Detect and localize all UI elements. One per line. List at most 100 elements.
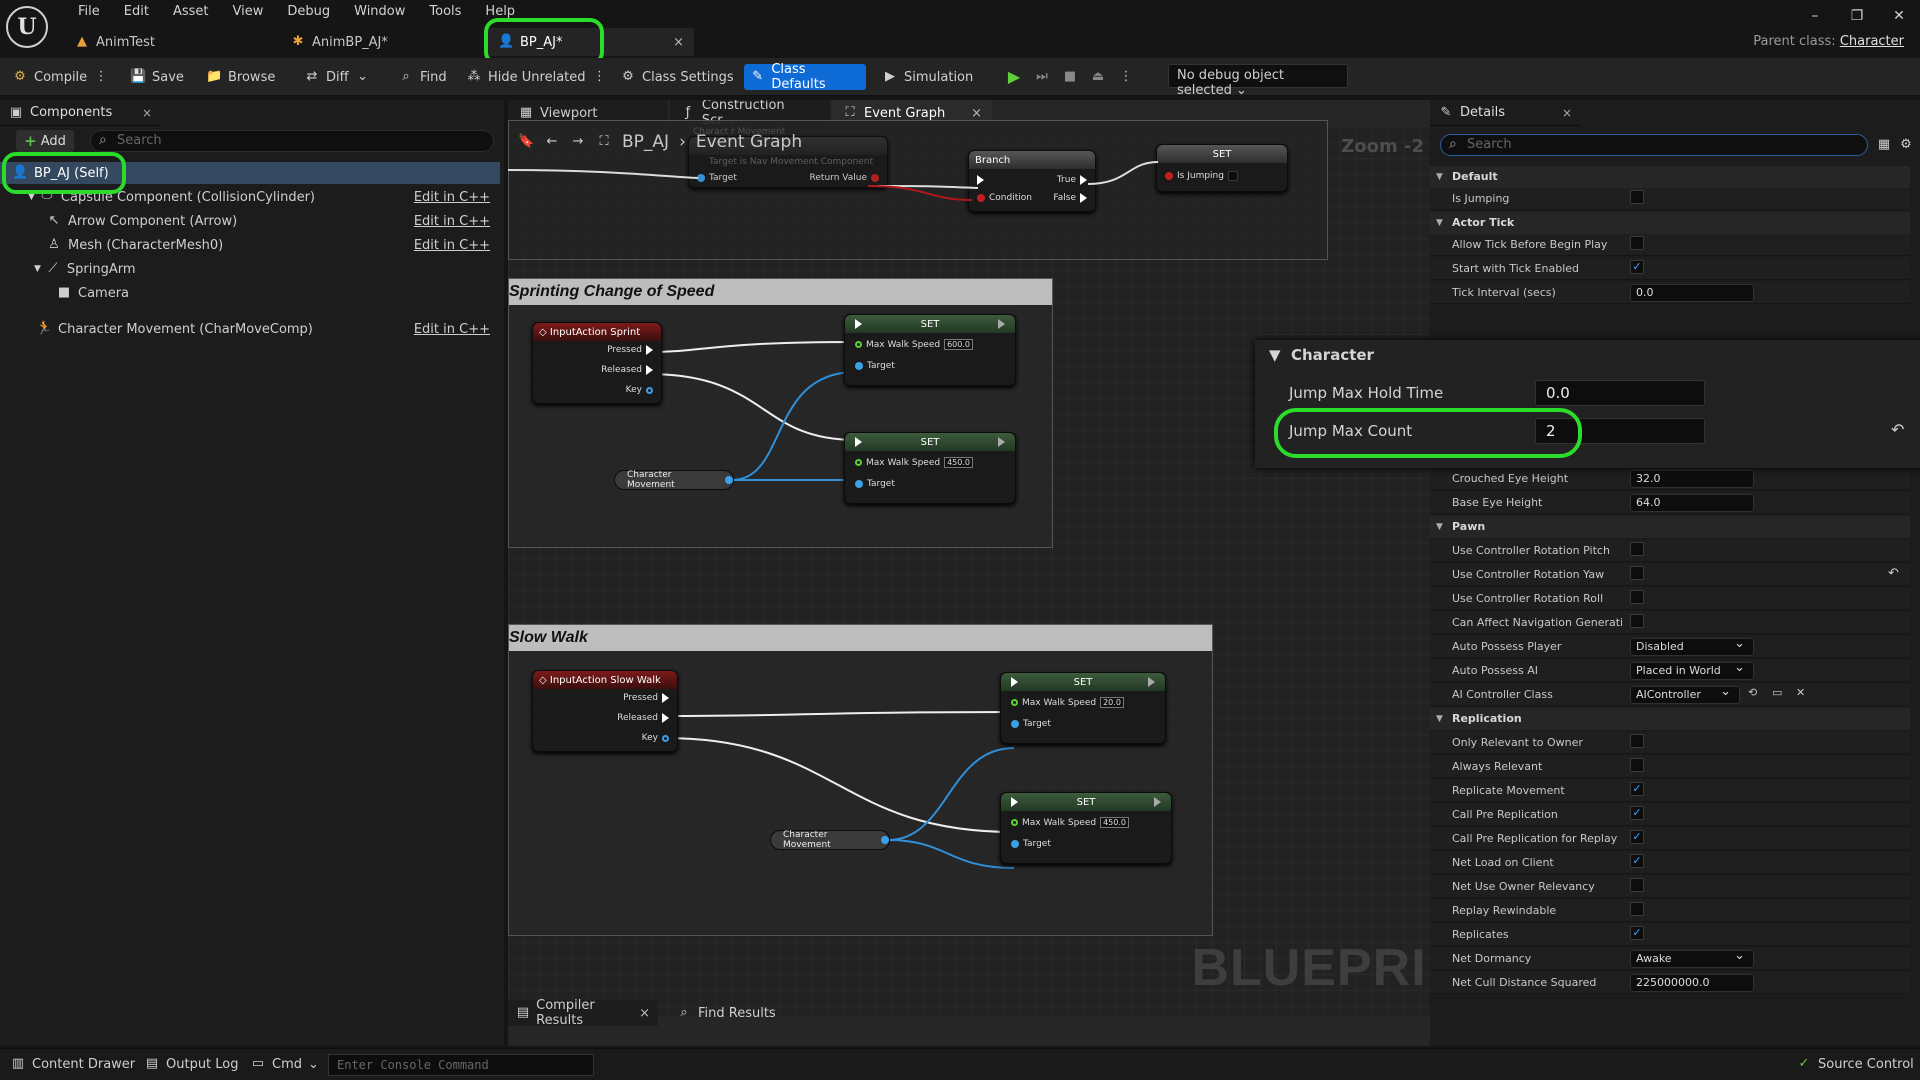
set-max-walk-speed-node-4[interactable]: SET Max Walk Speed 450.0 Target — [1000, 792, 1172, 864]
edit-in-cpp-link[interactable]: Edit in C++ — [414, 190, 490, 205]
find-button[interactable]: ⌕ Find — [392, 64, 453, 90]
exec-in-pin[interactable] — [855, 437, 862, 447]
pressed-pin[interactable]: Pressed — [607, 345, 653, 355]
speed-value[interactable]: 450.0 — [944, 457, 973, 468]
cmd-select[interactable]: ▭ Cmd ⌄ — [250, 1056, 319, 1072]
minimize-icon[interactable]: – — [1794, 0, 1836, 32]
category-replication[interactable]: Replication — [1430, 708, 1910, 730]
stop-icon[interactable]: ■ — [1062, 69, 1078, 85]
debug-object-select[interactable]: No debug object selected ⌄ — [1168, 64, 1348, 98]
class-defaults-button[interactable]: ✎ Class Defaults — [744, 62, 866, 92]
start-tick-checkbox[interactable]: ✓ — [1630, 260, 1644, 274]
gear-icon[interactable]: ⚙ — [1898, 137, 1914, 153]
tab-animbp[interactable]: ✱ AnimBP_AJ* — [280, 28, 480, 56]
use-selected-icon[interactable]: ⟲ — [1748, 686, 1757, 699]
details-search-input[interactable]: Search — [1440, 134, 1868, 156]
close-icon[interactable]: × — [639, 1006, 650, 1021]
component-springarm[interactable]: ▼ ⟋ SpringArm — [0, 258, 500, 280]
exec-out-pin[interactable] — [1154, 797, 1161, 807]
pressed-pin[interactable]: Pressed — [623, 693, 669, 703]
call-pre-rep-replay-checkbox[interactable]: ✓ — [1630, 830, 1644, 844]
class-settings-button[interactable]: ⚙ Class Settings — [614, 64, 740, 90]
more-options-icon[interactable]: ⋮ — [592, 69, 608, 85]
allow-tick-checkbox[interactable] — [1630, 236, 1644, 250]
close-icon[interactable]: × — [1562, 106, 1572, 120]
table-view-icon[interactable]: ▦ — [1876, 137, 1892, 153]
base-eye-input[interactable]: 64.0 — [1630, 494, 1754, 512]
more-options-icon[interactable]: ⋮ — [93, 69, 109, 85]
unreal-logo-icon[interactable]: U — [6, 6, 48, 48]
step-icon[interactable]: ⏭ — [1034, 69, 1050, 85]
only-relevant-checkbox[interactable] — [1630, 734, 1644, 748]
exec-in-pin[interactable] — [855, 319, 862, 329]
hide-unrelated-button[interactable]: ⁂ Hide Unrelated ⋮ — [460, 64, 614, 90]
exec-out-pin[interactable] — [1148, 677, 1155, 687]
category-actor-tick[interactable]: Actor Tick — [1430, 212, 1910, 234]
target-pin[interactable]: Target — [1011, 839, 1051, 849]
category-pawn[interactable]: Pawn — [1430, 516, 1910, 538]
replay-rewindable-checkbox[interactable] — [1630, 902, 1644, 916]
tab-animtest[interactable]: ▲ AnimTest — [64, 28, 274, 56]
menu-tools[interactable]: Tools — [417, 3, 473, 21]
more-options-icon[interactable]: ⋮ — [1118, 69, 1134, 85]
tab-close-icon[interactable]: × — [673, 35, 684, 50]
max-walk-speed-pin[interactable]: Max Walk Speed 600.0 — [855, 339, 973, 350]
input-action-slow-walk-node[interactable]: ◇ InputAction Slow Walk Pressed Released… — [532, 670, 678, 752]
reset-icon[interactable]: ↶ — [1888, 566, 1899, 581]
tab-find-results[interactable]: ⌕ Find Results — [668, 1000, 784, 1026]
released-pin[interactable]: Released — [601, 365, 653, 375]
clear-icon[interactable]: ✕ — [1796, 686, 1805, 699]
key-pin[interactable]: Key — [626, 385, 653, 395]
call-pre-rep-checkbox[interactable]: ✓ — [1630, 806, 1644, 820]
ucr-yaw-checkbox[interactable] — [1630, 566, 1644, 580]
source-control-button[interactable]: ✓ Source Control — [1796, 1056, 1914, 1072]
set-max-walk-speed-node-1[interactable]: SET Max Walk Speed 600.0 Target — [844, 314, 1016, 386]
menu-asset[interactable]: Asset — [161, 3, 221, 21]
eject-icon[interactable]: ⏏ — [1090, 69, 1106, 85]
components-tab[interactable]: ▣ Components × — [0, 100, 160, 126]
speed-value[interactable]: 450.0 — [1100, 817, 1129, 828]
menu-edit[interactable]: Edit — [112, 3, 161, 21]
menu-debug[interactable]: Debug — [275, 3, 342, 21]
exec-in-pin[interactable] — [1011, 677, 1018, 687]
ucr-roll-checkbox[interactable] — [1630, 590, 1644, 604]
edit-in-cpp-link[interactable]: Edit in C++ — [414, 238, 490, 253]
max-walk-speed-pin[interactable]: Max Walk Speed 450.0 — [1011, 817, 1129, 828]
set-max-walk-speed-node-2[interactable]: SET Max Walk Speed 450.0 Target — [844, 432, 1016, 504]
console-input[interactable]: Enter Console Command — [328, 1054, 594, 1076]
exec-out-pin[interactable] — [998, 319, 1005, 329]
character-category[interactable]: ▼ Character — [1269, 346, 1374, 364]
close-icon[interactable]: ✕ — [1878, 0, 1920, 32]
replicates-checkbox[interactable]: ✓ — [1630, 926, 1644, 940]
is-jumping-checkbox[interactable] — [1630, 190, 1644, 204]
speed-value[interactable]: 20.0 — [1100, 697, 1124, 708]
max-walk-speed-pin[interactable]: Max Walk Speed 450.0 — [855, 457, 973, 468]
close-icon[interactable]: × — [971, 106, 982, 121]
net-dormancy-select[interactable]: Awake — [1630, 948, 1754, 968]
close-icon[interactable]: × — [142, 106, 152, 120]
exec-out-pin[interactable] — [998, 437, 1005, 447]
maximize-icon[interactable]: ❐ — [1836, 0, 1878, 32]
key-pin[interactable]: Key — [642, 733, 669, 743]
character-movement-var[interactable]: Character Movement — [770, 830, 890, 850]
save-button[interactable]: 💾 Save — [124, 64, 190, 90]
speed-value[interactable]: 600.0 — [944, 339, 973, 350]
net-load-checkbox[interactable]: ✓ — [1630, 854, 1644, 868]
component-camera[interactable]: ■ Camera — [0, 282, 500, 304]
set-max-walk-speed-node-3[interactable]: SET Max Walk Speed 20.0 Target — [1000, 672, 1166, 744]
output-log-button[interactable]: ▤ Output Log — [144, 1056, 239, 1072]
component-character-movement[interactable]: 🏃 Character Movement (CharMoveComp) Edit… — [0, 318, 500, 340]
auto-possess-player-select[interactable]: Disabled — [1630, 636, 1754, 656]
target-pin[interactable]: Target — [855, 361, 895, 371]
components-search-input[interactable]: Search — [90, 130, 494, 152]
compile-button[interactable]: ⚙ Compile ⋮ — [6, 64, 115, 90]
tick-interval-input[interactable]: 0.0 — [1630, 284, 1754, 302]
can-affect-nav-checkbox[interactable] — [1630, 614, 1644, 628]
edit-in-cpp-link[interactable]: Edit in C++ — [414, 214, 490, 229]
parent-class-link[interactable]: Character — [1840, 34, 1904, 49]
expand-icon[interactable]: ▼ — [34, 264, 41, 274]
browse-folder-icon[interactable]: ▭ — [1772, 686, 1782, 699]
play-icon[interactable]: ▶ — [1006, 69, 1022, 85]
target-pin[interactable]: Target — [855, 479, 895, 489]
character-movement-var[interactable]: Character Movement — [614, 470, 734, 490]
